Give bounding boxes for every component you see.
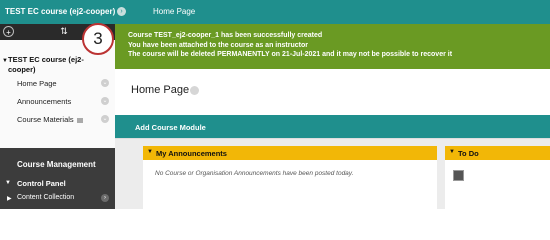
sidebar-item-label: Course Materials <box>17 115 74 124</box>
success-message: Course TEST_ej2-cooper_1 has been succes… <box>115 24 550 69</box>
module-header[interactable]: ▼ To Do <box>445 146 550 160</box>
todo-module: ▼ To Do <box>445 146 550 210</box>
top-navigation-bar: TEST EC course (ej2-cooper) › Home Page <box>0 0 550 24</box>
expand-arrow-icon: ▶ <box>7 196 12 202</box>
announcements-module: ▼ My Announcements No Course or Organisa… <box>143 146 437 210</box>
sidebar-item-announcements[interactable]: Announcements <box>17 97 71 106</box>
sidebar-item-home-page[interactable]: Home Page <box>17 79 57 88</box>
sidebar-item-course-materials[interactable]: Course Materials <box>17 115 83 124</box>
content-badge-icon <box>76 117 83 123</box>
content-collection-label: Content Collection <box>17 194 75 201</box>
course-menu-title[interactable]: ▼ TEST EC course (ej2-cooper) <box>2 55 88 75</box>
success-line: The course will be deleted PERMANENTLY o… <box>128 51 453 58</box>
add-menu-item-icon[interactable]: + <box>3 26 14 37</box>
success-line: Course TEST_ej2-cooper_1 has been succes… <box>128 32 323 39</box>
collapse-arrow-icon: ▼ <box>449 149 455 155</box>
page-title: Home Page <box>131 84 190 96</box>
announcements-empty-text: No Course or Organisation Announcements … <box>155 170 354 177</box>
control-panel-toggle[interactable]: ▼ Control Panel <box>5 179 66 188</box>
course-title[interactable]: TEST EC course (ej2-cooper) <box>5 7 115 16</box>
course-management-panel: Course Management ▼ Control Panel ▶ Cont… <box>0 148 115 209</box>
step-callout-badge: 3 <box>82 23 114 55</box>
chevron-right-icon: › <box>117 7 126 16</box>
item-options-icon[interactable]: ⌄ <box>101 97 109 105</box>
item-options-icon[interactable]: ⌄ <box>101 79 109 87</box>
course-management-title: Course Management <box>17 160 96 169</box>
module-header[interactable]: ▼ My Announcements <box>143 146 437 160</box>
reorder-icon[interactable]: ⇅ <box>58 26 70 37</box>
course-menu: ▼ TEST EC course (ej2-cooper) Home Page … <box>0 40 115 148</box>
add-course-module-bar: Add Course Module <box>115 115 550 138</box>
control-panel-label: Control Panel <box>17 179 66 188</box>
breadcrumb[interactable]: Home Page <box>153 7 195 16</box>
add-course-module-button[interactable]: Add Course Module <box>135 123 206 132</box>
avatar <box>453 170 464 181</box>
item-options-icon[interactable]: ⌄ <box>101 115 109 123</box>
success-line: You have been attached to the course as … <box>128 41 308 49</box>
collapse-arrow-icon: ▼ <box>5 180 11 186</box>
page-options-icon[interactable] <box>190 86 199 95</box>
module-title: My Announcements <box>156 149 227 158</box>
collapse-arrow-icon: ▼ <box>2 58 8 64</box>
expand-icon[interactable]: › <box>101 194 109 202</box>
module-title: To Do <box>458 149 479 158</box>
course-menu-title-text: TEST EC course (ej2-cooper) <box>8 55 84 74</box>
modules-area: ▼ My Announcements No Course or Organisa… <box>115 138 550 210</box>
collapse-arrow-icon: ▼ <box>147 149 153 155</box>
content-collection-item[interactable]: ▶ Content Collection <box>7 194 75 202</box>
